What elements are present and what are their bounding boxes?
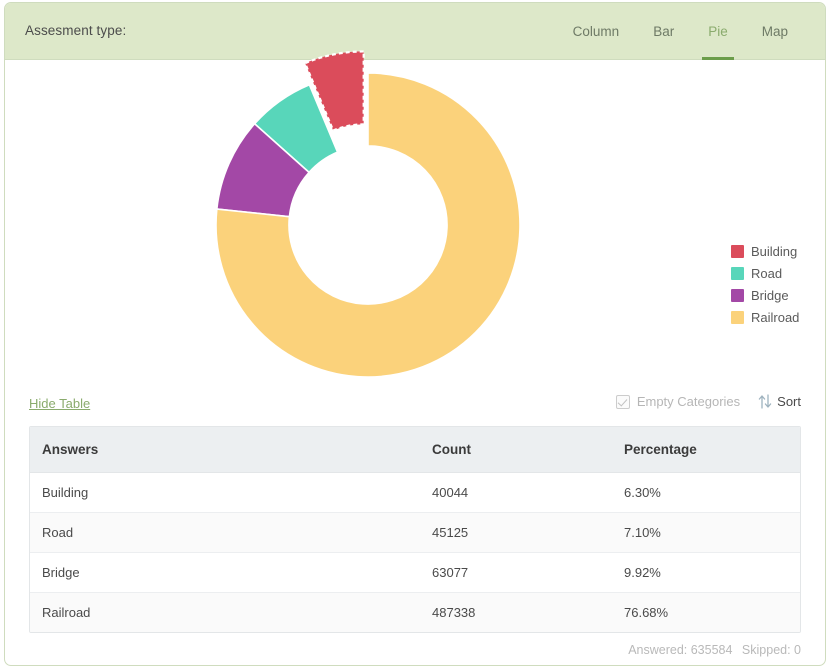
chart-legend: Building Road Bridge Railroad xyxy=(731,244,799,325)
legend-item-road[interactable]: Road xyxy=(731,266,799,281)
table-row: Bridge 63077 9.92% xyxy=(30,552,800,593)
sort-button[interactable]: Sort xyxy=(758,394,801,409)
column-header-answers: Answers xyxy=(30,427,420,473)
cell-percentage: 76.68% xyxy=(624,605,669,620)
donut-chart xyxy=(201,50,541,388)
table-row: Railroad 487338 76.68% xyxy=(30,592,800,632)
table-head: Answers Count Percentage xyxy=(30,427,800,473)
tab-map[interactable]: Map xyxy=(745,3,805,60)
legend-label-bridge: Bridge xyxy=(751,288,789,303)
cell-count: 63077 xyxy=(420,552,612,593)
table-row: Road 45125 7.10% xyxy=(30,512,800,553)
donut-svg xyxy=(215,50,521,378)
table-controls: Hide Table Empty Categories Sort xyxy=(29,390,801,426)
cell-count: 45125 xyxy=(420,512,612,553)
legend-label-railroad: Railroad xyxy=(751,310,800,325)
legend-swatch-railroad xyxy=(731,311,744,324)
results-table-wrap: Answers Count Percentage Building 40044 6.… xyxy=(29,426,801,633)
cell-percentage: 6.30% xyxy=(612,472,800,513)
column-header-percentage: Percentage xyxy=(612,427,800,473)
skipped-count: Skipped: 0 xyxy=(741,643,801,657)
legend-item-building[interactable]: Building xyxy=(731,244,799,259)
chart-type-tabs: Column Bar Pie Map xyxy=(556,3,805,60)
legend-item-railroad[interactable]: Railroad xyxy=(731,310,799,325)
empty-categories-checkbox[interactable] xyxy=(615,394,630,409)
hide-table-link[interactable]: Hide Table xyxy=(29,396,90,411)
sort-updown-icon xyxy=(758,394,772,409)
answered-count: Answered: 635584 xyxy=(628,643,733,657)
table-footer: Answered: 635584 Skipped: 0 xyxy=(29,633,801,657)
cell-count: 487338 xyxy=(432,605,476,620)
cell-percentage: 7.10% xyxy=(612,512,800,553)
table-header-row: Answers Count Percentage xyxy=(30,427,800,473)
cell-count: 40044 xyxy=(420,472,612,513)
sort-label: Sort xyxy=(777,394,801,409)
table-row: Building 40044 6.30% xyxy=(30,472,800,513)
table-body: Building 40044 6.30% Road 45125 7.10% Bridge 63… xyxy=(30,472,800,632)
tab-column[interactable]: Column xyxy=(556,3,637,60)
legend-item-bridge[interactable]: Bridge xyxy=(731,288,799,303)
chart-area: Building Road Bridge Railroad xyxy=(5,50,825,390)
results-table: Answers Count Percentage Building 40044 6.… xyxy=(30,427,800,632)
tab-bar[interactable]: Bar xyxy=(636,3,691,60)
cell-percentage: 9.92% xyxy=(612,552,800,593)
legend-swatch-road xyxy=(731,267,744,280)
column-header-count: Count xyxy=(420,427,612,473)
pie-chart-card: Assesment type: Column Bar Pie Map Build… xyxy=(4,2,826,666)
legend-label-road: Road xyxy=(751,266,783,281)
legend-swatch-building xyxy=(731,245,744,258)
tab-pie[interactable]: Pie xyxy=(691,3,745,60)
empty-categories-toggle[interactable]: Empty Categories xyxy=(615,394,741,409)
cell-answer: Railroad xyxy=(42,605,91,620)
card-header: Assesment type: Column Bar Pie Map xyxy=(5,3,825,60)
page-title: Assesment type: xyxy=(25,23,127,38)
cell-answer: Building xyxy=(30,472,420,513)
table-controls-right: Empty Categories Sort xyxy=(615,394,801,409)
legend-swatch-bridge xyxy=(731,289,744,302)
empty-categories-label: Empty Categories xyxy=(636,394,741,409)
legend-label-building: Building xyxy=(751,244,798,259)
cell-answer: Road xyxy=(30,512,420,553)
cell-answer: Bridge xyxy=(30,552,420,593)
